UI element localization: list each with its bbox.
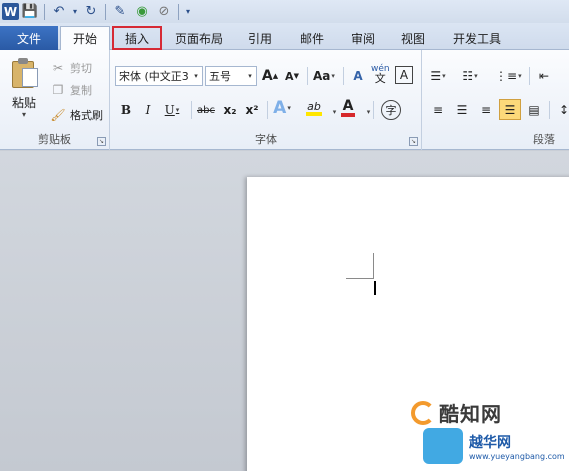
- tab-references[interactable]: 引用: [240, 27, 280, 50]
- font-separator: [191, 101, 192, 119]
- paste-icon[interactable]: [12, 58, 40, 88]
- grow-font-button[interactable]: A ▲: [261, 66, 279, 86]
- multilevel-list-button[interactable]: ⋮≡ ▾: [495, 66, 522, 86]
- font-color-button[interactable]: A: [339, 98, 357, 118]
- paragraph-separator: [529, 67, 530, 85]
- align-center-button[interactable]: ☰: [453, 100, 471, 120]
- align-right-button[interactable]: ≡: [477, 100, 495, 120]
- paste-dropdown-icon[interactable]: ▾: [22, 110, 26, 119]
- qat-separator: [178, 3, 179, 20]
- margin-corner-mark: [346, 278, 373, 279]
- bullets-button[interactable]: ☰ ▾: [429, 66, 447, 86]
- font-group-label: 字体: [255, 133, 277, 146]
- italic-button[interactable]: I: [139, 100, 157, 120]
- cut-label: 剪切: [70, 62, 92, 75]
- qat-separator: [105, 3, 106, 20]
- watermark-brand-2: 越华网 www.yueyangbang.com: [423, 428, 565, 464]
- strikethrough-button[interactable]: abc: [197, 100, 215, 120]
- distributed-button[interactable]: ▤: [525, 100, 543, 120]
- qat-separator: [44, 3, 45, 20]
- shrink-font-button[interactable]: A ▼: [283, 66, 301, 86]
- subscript-button[interactable]: x₂: [221, 100, 239, 120]
- change-case-button[interactable]: Aa ▾: [313, 66, 335, 86]
- format-painter-icon[interactable]: ✎: [109, 2, 131, 22]
- tab-file[interactable]: 文件: [0, 26, 58, 50]
- undo-dropdown-icon[interactable]: ▾: [70, 2, 80, 22]
- character-border-button[interactable]: A: [395, 66, 413, 84]
- tab-mailings[interactable]: 邮件: [292, 27, 332, 50]
- font-name-value: 宋体 (中文正3: [119, 70, 189, 83]
- tab-page-layout[interactable]: 页面布局: [168, 27, 230, 50]
- paragraph-group: ☰ ▾ ☷ ▾ ⋮≡ ▾ ⇤ ≡ ☰ ≡ ☰ ▤ ↕ 段落: [423, 50, 569, 150]
- copy-icon: ❐: [52, 83, 64, 97]
- redo-icon[interactable]: ↻: [80, 2, 102, 22]
- format-painter-label: 格式刷: [70, 109, 103, 122]
- underline-button[interactable]: U ▾: [163, 100, 181, 120]
- text-cursor: [374, 281, 376, 295]
- watermark-brand-2-text: 越华网: [469, 434, 511, 451]
- clipboard-group-label: 剪贴板: [38, 133, 71, 146]
- chevron-down-icon[interactable]: ▾: [190, 67, 202, 85]
- clear-formatting-button[interactable]: A: [349, 66, 367, 86]
- paste-button[interactable]: 粘贴: [12, 94, 36, 111]
- tab-insert[interactable]: 插入: [112, 26, 162, 50]
- paragraph-group-label: 段落: [533, 133, 555, 146]
- decrease-indent-button[interactable]: ⇤: [535, 66, 553, 86]
- ribbon-tab-bar: 文件 开始 插入 页面布局 引用 邮件 审阅 视图 开发工具: [0, 23, 569, 50]
- watermark-brand-1-text: 酷知网: [439, 402, 502, 426]
- font-separator: [267, 101, 268, 119]
- font-color-bar: [341, 112, 355, 117]
- superscript-button[interactable]: x²: [243, 100, 261, 120]
- chevron-down-icon[interactable]: ▾: [244, 67, 256, 85]
- copy-button[interactable]: ❐ 复制: [50, 80, 92, 100]
- font-group: 宋体 (中文正3 ▾ 五号 ▾ A ▲ A ▼ Aa ▾ A wén 文 A B I U…: [111, 50, 422, 150]
- brand-logo-icon: [411, 400, 435, 425]
- brand-logo-icon: [423, 428, 463, 464]
- brush-icon: 🖌: [50, 108, 66, 122]
- highlight-button[interactable]: ab: [305, 98, 323, 118]
- color-icon[interactable]: ◉: [131, 2, 153, 22]
- scissors-icon: ✂: [52, 61, 64, 75]
- font-launcher-icon[interactable]: ↘: [409, 137, 418, 146]
- font-size-value: 五号: [209, 70, 231, 83]
- align-left-button[interactable]: ≡: [429, 100, 447, 120]
- format-painter-button[interactable]: 🖌 格式刷: [50, 105, 103, 125]
- numbering-button[interactable]: ☷ ▾: [461, 66, 479, 86]
- tab-home[interactable]: 开始: [60, 26, 110, 50]
- ribbon-home: 粘贴 ▾ ✂ 剪切 ❐ 复制 🖌 格式刷 剪贴板 ↘ 宋体 (中文正3 ▾ 五号…: [0, 50, 569, 150]
- quick-access-toolbar: W 💾 ↶ ▾ ↻ ✎ ◉ ⊘ ▾: [0, 0, 569, 23]
- margin-corner-mark: [373, 253, 374, 279]
- undo-icon[interactable]: ↶: [48, 2, 70, 22]
- highlight-color-bar: [306, 111, 322, 116]
- bold-button[interactable]: B: [117, 100, 135, 120]
- tab-developer[interactable]: 开发工具: [446, 27, 508, 50]
- font-color-dropdown-icon[interactable]: ▾: [359, 102, 377, 122]
- copy-label: 复制: [70, 84, 92, 97]
- font-name-combo[interactable]: 宋体 (中文正3 ▾: [115, 66, 203, 86]
- paragraph-separator: [549, 101, 550, 119]
- word-app-icon[interactable]: W: [2, 3, 19, 20]
- watermark-brand-2-url: www.yueyangbang.com: [469, 451, 565, 461]
- cut-button[interactable]: ✂ 剪切: [50, 58, 92, 78]
- enclose-characters-button[interactable]: 字: [381, 100, 401, 120]
- text-effects-button[interactable]: A ▾: [273, 98, 291, 118]
- document-page[interactable]: [247, 177, 569, 471]
- tab-view[interactable]: 视图: [393, 27, 433, 50]
- font-separator: [373, 101, 374, 119]
- tab-review[interactable]: 审阅: [343, 27, 383, 50]
- clipboard-launcher-icon[interactable]: ↘: [97, 137, 106, 146]
- save-icon[interactable]: 💾: [19, 2, 41, 22]
- font-separator: [307, 67, 308, 85]
- line-spacing-button[interactable]: ↕: [555, 100, 569, 120]
- watermark-brand-1: 酷知网: [411, 398, 502, 427]
- strike-icon[interactable]: ⊘: [153, 2, 175, 22]
- font-size-combo[interactable]: 五号 ▾: [205, 66, 257, 86]
- phonetic-guide-button[interactable]: wén 文: [371, 64, 390, 85]
- clipboard-group: 粘贴 ▾ ✂ 剪切 ❐ 复制 🖌 格式刷 剪贴板 ↘: [0, 50, 110, 150]
- font-separator: [343, 67, 344, 85]
- customize-qat-icon[interactable]: ▾: [182, 2, 194, 22]
- justify-button[interactable]: ☰: [499, 99, 521, 120]
